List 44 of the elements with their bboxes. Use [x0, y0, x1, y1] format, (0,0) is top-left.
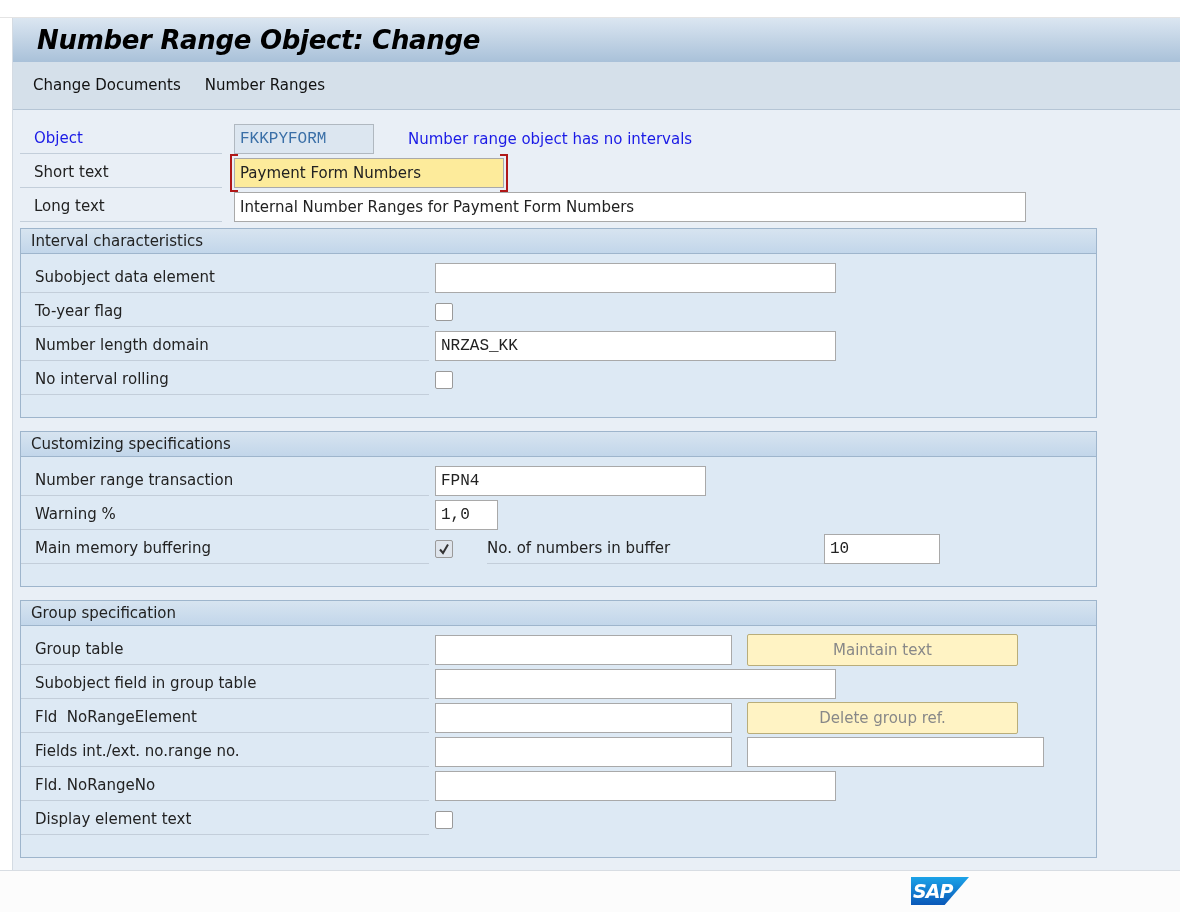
- checkbox[interactable]: [435, 303, 453, 321]
- check-icon: [438, 543, 450, 555]
- input-field[interactable]: 1,0: [435, 500, 498, 530]
- checkbox[interactable]: [435, 371, 453, 389]
- long-text-field[interactable]: Internal Number Ranges for Payment Form Numbers: [234, 192, 1026, 222]
- field-label: Number range transaction: [21, 466, 429, 496]
- field-label: Fld NoRangeElement: [21, 703, 429, 733]
- field-label: Object: [20, 124, 222, 154]
- group-title: Interval characteristics: [21, 229, 1096, 254]
- field-label: Number length domain: [21, 331, 429, 361]
- input-field[interactable]: [435, 703, 732, 733]
- field-label: Subobject field in group table: [21, 669, 429, 699]
- group-title: Group specification: [21, 601, 1096, 626]
- short-text-field[interactable]: Payment Form Numbers: [234, 158, 504, 188]
- field-label: Warning %: [21, 500, 429, 530]
- input-field[interactable]: [435, 669, 836, 699]
- group-title: Customizing specifications: [21, 432, 1096, 457]
- field-label: Fld. NoRangeNo: [21, 771, 429, 801]
- field-label: No interval rolling: [21, 365, 429, 395]
- field-label: Display element text: [21, 805, 429, 835]
- object-field[interactable]: FKKPYFORM: [234, 124, 374, 154]
- status-message: Number range object has no intervals: [408, 128, 693, 150]
- input-field[interactable]: [435, 263, 836, 293]
- toolbar-button[interactable]: Number Ranges: [204, 74, 326, 97]
- field-label: Group table: [21, 635, 429, 665]
- field-label: No. of numbers in buffer: [487, 534, 824, 564]
- input-field[interactable]: NRZAS_KK: [435, 331, 836, 361]
- toolbar-button[interactable]: Change Documents: [33, 74, 181, 97]
- field-label: Long text: [20, 192, 222, 222]
- field-label: Fields int./ext. no.range no.: [21, 737, 429, 767]
- field-label: Subobject data element: [21, 263, 429, 293]
- input-field[interactable]: FPN4: [435, 466, 706, 496]
- checkbox[interactable]: [435, 540, 453, 558]
- field-label: To-year flag: [21, 297, 429, 327]
- input-field[interactable]: 10: [824, 534, 940, 564]
- input-field[interactable]: [435, 771, 836, 801]
- field-label: Main memory buffering: [21, 534, 429, 564]
- input-field[interactable]: [435, 635, 732, 665]
- window-title: Number Range Object: Change: [13, 18, 1180, 62]
- field-label: Short text: [20, 158, 222, 188]
- input-field[interactable]: [747, 737, 1044, 767]
- checkbox[interactable]: [435, 811, 453, 829]
- logo: SAP: [911, 877, 969, 905]
- input-field[interactable]: [435, 737, 732, 767]
